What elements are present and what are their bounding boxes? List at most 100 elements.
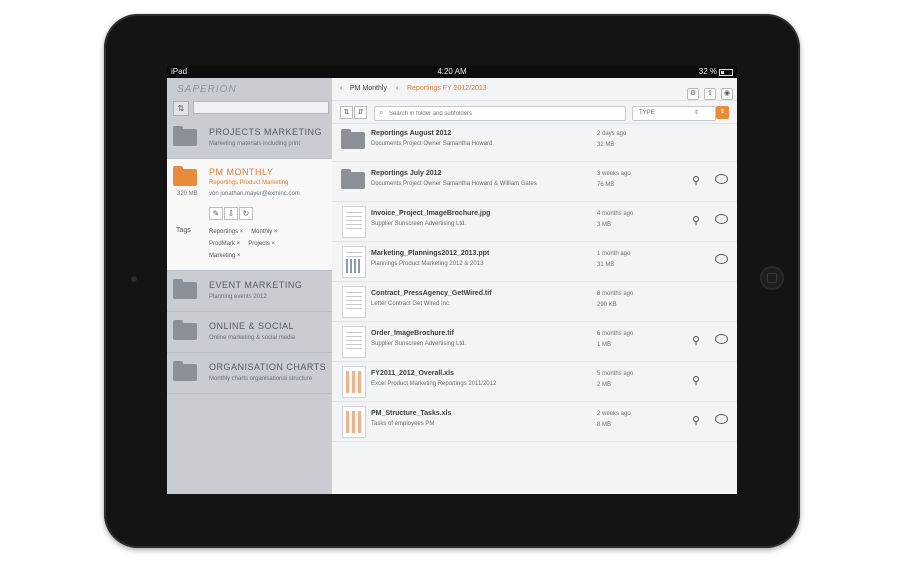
file-size: 32 MB [597,142,615,148]
file-size: 1 MB [597,342,612,348]
tag-chip[interactable]: Monthly × [251,226,277,238]
file-date: 4 months ago [597,211,634,217]
type-select-label: TYPE [639,110,655,116]
search-box: ⌕ [374,106,626,121]
file-row[interactable]: PM_Structure_Tasks.xls Tasks of employees… [332,402,737,442]
file-name: FY2011_2012_Overall.xls [371,370,454,377]
comment-icon[interactable] [715,334,728,344]
sidebar-item-projects-marketing[interactable]: PROJECTS MARKETING Marketing materials i… [167,118,332,159]
sidebar-item-title: PROJECTS MARKETING [209,127,323,137]
file-description: Supplier Sunscreen Advertising Ltd. [371,221,467,227]
file-size: 31 MB [597,262,615,268]
brand-logo: SAPERION [177,84,237,95]
tag-chip[interactable]: Projects × [248,238,275,250]
file-row[interactable]: Invoice_Project_ImageBrochure.jpg Supplie… [332,202,737,242]
file-date: 8 months ago [597,291,634,297]
file-name: Marketing_Plannings2012_2013.ppt [371,250,490,257]
file-row[interactable]: Order_ImageBrochure.tif Supplier Sunscree… [332,322,737,362]
breadcrumb-current: Reportings FY 2012/2013 [407,85,487,92]
file-name: Reportings August 2012 [371,130,452,137]
file-description: Documents Project Owner Samantha Howard … [371,181,537,187]
file-thumbnail [342,406,366,438]
folder-owner: von jonathan.mayer@exminc.com [209,191,300,197]
file-thumbnail [342,246,366,278]
home-square-icon [767,273,777,283]
search-input[interactable] [389,107,619,120]
file-description: Letter Contract Get Wired Inc. [371,301,451,307]
breadcrumb: ‹ PM Monthly ‹ Reportings FY 2012/2013 ⚙… [332,78,737,101]
file-name: Invoice_Project_ImageBrochure.jpg [371,210,491,217]
comment-icon[interactable] [715,214,728,224]
sidebar-item-subtitle: Online marketing & social media [209,335,296,341]
home-button[interactable] [760,266,784,290]
link-icon[interactable]: ⚲ [692,174,700,187]
filter-bar: ⇅ ⇵ ⌕ TYPE ⇕ ⇕ [332,101,737,124]
back-chevron-icon[interactable]: ‹ [340,85,342,92]
clock: 4:20 AM [437,67,467,76]
comment-icon[interactable] [715,254,728,264]
file-size: 8 MB [597,422,612,428]
sidebar-item-event-marketing[interactable]: EVENT MARKETING Planning events 2012 [167,271,332,312]
file-description: Tasks of employees PM [371,421,435,427]
sidebar-item-title: ORGANISATION CHARTS [209,362,327,372]
file-name: Reportings July 2012 [371,170,442,177]
breadcrumb-pm-monthly[interactable]: PM Monthly [350,85,387,92]
file-row[interactable]: Reportings August 2012 Documents Project … [332,122,737,162]
sidebar-item-organisation-charts[interactable]: ORGANISATION CHARTS Monthly charts organ… [167,353,332,394]
file-date: 2 days ago [597,131,627,137]
tag-chip[interactable]: ProdMark × [209,238,240,250]
folder-icon [173,126,197,146]
search-icon: ⌕ [379,108,384,117]
link-icon[interactable]: ⚲ [692,214,700,227]
folder-open-icon [173,166,197,186]
filter-tool-icon[interactable]: ⇵ [354,106,367,119]
sidebar: SAPERION ⇅ PROJECTS MARKETING Marketing … [167,78,332,494]
filter-tool-icon[interactable]: ⇅ [340,106,353,119]
upload-icon[interactable]: ⇧ [704,88,716,100]
main-content: ‹ PM Monthly ‹ Reportings FY 2012/2013 ⚙… [332,78,737,494]
status-bar: iPad 4:20 AM 32 % [167,66,737,78]
file-row[interactable]: Marketing_Plannings2012_2013.ppt Planning… [332,242,737,282]
sidebar-item-online-social[interactable]: ONLINE & SOCIAL Online marketing & socia… [167,312,332,353]
file-date: 2 weeks ago [597,411,631,417]
edit-button[interactable]: ✎ [209,207,223,220]
battery-icon [719,69,733,76]
file-row[interactable]: Contract_PressAgency_GetWired.tif Letter … [332,282,737,322]
file-name: PM_Structure_Tasks.xls [371,410,452,417]
sidebar-search-input[interactable] [193,101,329,114]
link-icon[interactable]: ⚲ [692,374,700,387]
type-select[interactable]: TYPE ⇕ [632,106,716,121]
folder-icon [173,320,197,340]
file-thumbnail [342,206,366,238]
tag-chip[interactable]: Marketing × [209,250,241,262]
file-thumbnail [342,286,366,318]
link-icon[interactable]: ⚲ [692,414,700,427]
comment-icon[interactable] [715,414,728,424]
sidebar-item-subtitle: Planning events 2012 [209,294,267,300]
tag-chip[interactable]: Reportings × [209,226,243,238]
sort-button[interactable]: ⇕ [716,106,729,119]
tag-list: Reportings × Monthly × ProdMark × Projects … [209,226,301,262]
file-date: 1 month ago [597,251,631,257]
file-date: 6 months ago [597,331,634,337]
file-date: 3 weeks ago [597,171,631,177]
user-icon[interactable]: ◉ [721,88,733,100]
settings-icon[interactable]: ⚙ [687,88,699,100]
download-button[interactable]: ⇩ [224,207,238,220]
file-row[interactable]: Reportings July 2012 Documents Project Ow… [332,162,737,202]
file-name: Order_ImageBrochure.tif [371,330,454,337]
folder-actions: ✎ ⇩ ↻ [209,203,254,221]
sync-button[interactable]: ↻ [239,207,253,220]
screen: iPad 4:20 AM 32 % SAPERION ⇅ PROJECTS MA… [167,66,737,494]
updown-chevron-icon: ⇕ [693,110,699,116]
file-row[interactable]: FY2011_2012_Overall.xls Excel Product Mar… [332,362,737,402]
sidebar-tool-icon[interactable]: ⇅ [173,101,189,116]
comment-icon[interactable] [715,174,728,184]
link-icon[interactable]: ⚲ [692,334,700,347]
folder-icon [173,279,197,299]
sidebar-item-pm-monthly[interactable]: PM MONTHLY Reportings Product Marketing … [167,159,332,271]
back-chevron-icon[interactable]: ‹ [396,85,398,92]
folder-size: 320 MB [177,191,198,197]
file-description: Plannings Product Marketing 2012 & 2013 [371,261,484,267]
sidebar-search: ⇅ [167,98,332,118]
